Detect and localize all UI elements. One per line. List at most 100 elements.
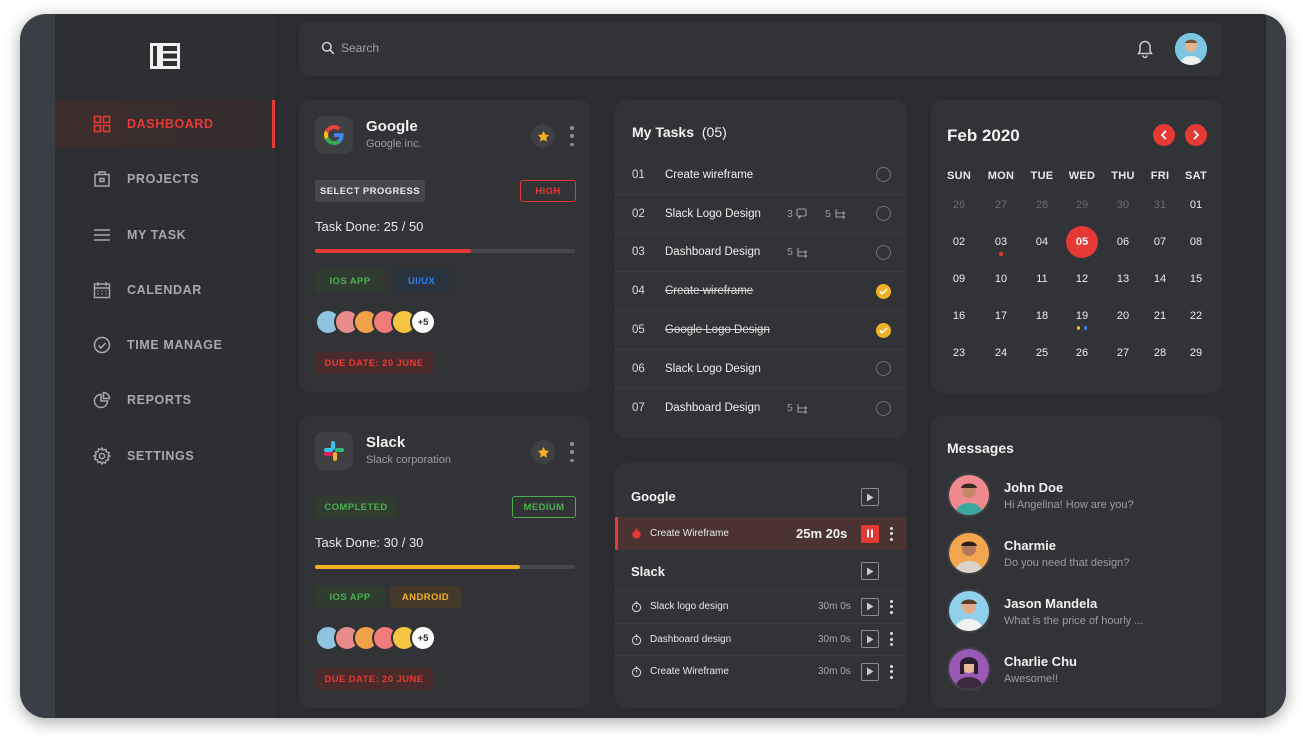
task-checkbox[interactable] xyxy=(876,400,891,416)
calendar-day[interactable]: 29 xyxy=(1180,347,1212,359)
tracker-row[interactable]: Slack logo design 30m 0s xyxy=(615,591,907,623)
tracker-row[interactable]: Create Wireframe 30m 0s xyxy=(615,656,907,688)
more-options-icon[interactable] xyxy=(888,632,894,646)
calendar-day[interactable]: 22 xyxy=(1180,310,1212,322)
team-avatars[interactable]: +5 xyxy=(315,625,436,651)
calendar-day[interactable]: 29 xyxy=(1066,199,1098,211)
status-badge[interactable]: SELECT PROGRESS xyxy=(315,180,425,202)
calendar-day[interactable]: 23 xyxy=(943,347,975,359)
calendar-day[interactable]: 07 xyxy=(1144,236,1176,248)
favorite-button[interactable] xyxy=(531,124,555,148)
calendar-day[interactable]: 28 xyxy=(1144,347,1176,359)
play-button[interactable] xyxy=(861,597,879,616)
calendar-day[interactable]: 28 xyxy=(1026,199,1058,211)
more-options-icon[interactable] xyxy=(567,440,577,464)
calendar-day[interactable]: 26 xyxy=(1066,347,1098,359)
task-checkbox[interactable] xyxy=(876,361,891,377)
user-avatar[interactable] xyxy=(1175,33,1207,65)
calendar-day-today[interactable]: 05 xyxy=(1066,226,1098,258)
sidebar-item-dashboard[interactable]: DASHBOARD xyxy=(55,100,275,148)
play-button[interactable] xyxy=(861,662,879,681)
calendar-day[interactable]: 18 xyxy=(1026,310,1058,322)
play-group-button[interactable] xyxy=(861,562,879,580)
calendar-day[interactable]: 26 xyxy=(943,199,975,211)
project-card-google[interactable]: Google Google inc. SELECT PROGRESS HIGH … xyxy=(299,100,591,392)
favorite-button[interactable] xyxy=(531,440,555,464)
calendar-next-button[interactable] xyxy=(1185,124,1207,146)
task-row[interactable]: 05 Google Logo Design xyxy=(615,311,907,350)
comment-icon xyxy=(796,208,807,220)
message-item[interactable]: Jason Mandela What is the price of hourl… xyxy=(947,589,1207,637)
calendar-day[interactable]: 03 xyxy=(985,236,1017,248)
team-avatars[interactable]: +5 xyxy=(315,309,436,335)
search-input[interactable] xyxy=(341,38,741,58)
calendar-day[interactable]: 15 xyxy=(1180,273,1212,285)
pause-button[interactable] xyxy=(861,524,879,543)
task-row[interactable]: 04 Create wireframe xyxy=(615,272,907,312)
calendar-day[interactable]: 27 xyxy=(985,199,1017,211)
stopwatch-icon xyxy=(631,666,642,677)
calendar-day[interactable]: 13 xyxy=(1107,273,1139,285)
calendar-day[interactable]: 24 xyxy=(985,347,1017,359)
status-badge[interactable]: COMPLETED xyxy=(315,496,397,518)
task-row[interactable]: 06 Slack Logo Design xyxy=(615,350,907,389)
calendar-day[interactable]: 30 xyxy=(1107,199,1139,211)
calendar-day[interactable]: 19 xyxy=(1066,310,1098,322)
more-options-icon[interactable] xyxy=(888,526,894,541)
calendar-day[interactable]: 06 xyxy=(1107,236,1139,248)
task-checkbox-checked[interactable] xyxy=(876,322,891,338)
calendar-day[interactable]: 21 xyxy=(1144,310,1176,322)
notification-bell-icon[interactable] xyxy=(1136,39,1154,59)
tracker-group-title: Google xyxy=(631,489,676,504)
message-preview: Do you need that design? xyxy=(1004,557,1130,569)
play-icon xyxy=(867,567,874,575)
calendar-prev-button[interactable] xyxy=(1153,124,1175,146)
sidebar-item-projects[interactable]: PROJECTS xyxy=(55,155,275,203)
sidebar-item-time-manage[interactable]: TIME MANAGE xyxy=(55,321,275,369)
message-item[interactable]: Charlie Chu Awesome!! xyxy=(947,647,1207,695)
more-options-icon[interactable] xyxy=(888,664,894,679)
message-item[interactable]: Charmie Do you need that design? xyxy=(947,531,1207,579)
tracker-row-active[interactable]: Create Wireframe 25m 20s xyxy=(615,517,907,550)
calendar-day[interactable]: 14 xyxy=(1144,273,1176,285)
calendar-day[interactable]: 16 xyxy=(943,310,975,322)
task-number: 04 xyxy=(632,285,645,298)
more-options-icon[interactable] xyxy=(567,124,577,148)
calendar-day[interactable]: 09 xyxy=(943,273,975,285)
calendar-day[interactable]: 27 xyxy=(1107,347,1139,359)
calendar-day[interactable]: 11 xyxy=(1026,273,1058,285)
calendar-day[interactable]: 04 xyxy=(1026,236,1058,248)
play-group-button[interactable] xyxy=(861,488,879,506)
task-row[interactable]: 07 Dashboard Design 5 xyxy=(615,389,907,428)
play-button[interactable] xyxy=(861,630,879,648)
calendar-day[interactable]: 25 xyxy=(1026,347,1058,359)
sidebar-item-calendar[interactable]: CALENDAR xyxy=(55,266,275,314)
calendar-day[interactable]: 17 xyxy=(985,310,1017,322)
message-item[interactable]: John Doe Hi Angelina! How are you? xyxy=(947,473,1207,521)
task-row[interactable]: 03 Dashboard Design 5 xyxy=(615,234,907,273)
more-members-count[interactable]: +5 xyxy=(410,625,436,651)
task-checkbox-checked[interactable] xyxy=(876,283,891,299)
calendar-day[interactable]: 12 xyxy=(1066,273,1098,285)
sidebar-item-reports[interactable]: REPORTS xyxy=(55,376,275,424)
more-members-count[interactable]: +5 xyxy=(410,309,436,335)
calendar-day[interactable]: 31 xyxy=(1144,199,1176,211)
task-checkbox[interactable] xyxy=(876,244,891,260)
task-checkbox[interactable] xyxy=(876,167,891,183)
task-checkbox[interactable] xyxy=(876,206,891,222)
calendar-day[interactable]: 01 xyxy=(1180,199,1212,211)
play-icon xyxy=(867,635,874,643)
task-row[interactable]: 02 Slack Logo Design 3 5 xyxy=(615,195,907,234)
sidebar-item-my-task[interactable]: MY TASK xyxy=(55,211,275,259)
project-card-slack[interactable]: Slack Slack corporation COMPLETED MEDIUM… xyxy=(299,416,591,708)
calendar-day[interactable]: 08 xyxy=(1180,236,1212,248)
task-comments: 3 xyxy=(787,208,807,220)
task-row[interactable]: 01 Create wireframe xyxy=(615,156,907,195)
sidebar-item-settings[interactable]: SETTINGS xyxy=(55,432,275,480)
calendar-day[interactable]: 10 xyxy=(985,273,1017,285)
subtask-icon xyxy=(797,247,808,258)
more-options-icon[interactable] xyxy=(888,599,894,614)
tracker-row[interactable]: Dashboard design 30m 0s xyxy=(615,623,907,655)
calendar-day[interactable]: 20 xyxy=(1107,310,1139,322)
calendar-day[interactable]: 02 xyxy=(943,236,975,248)
